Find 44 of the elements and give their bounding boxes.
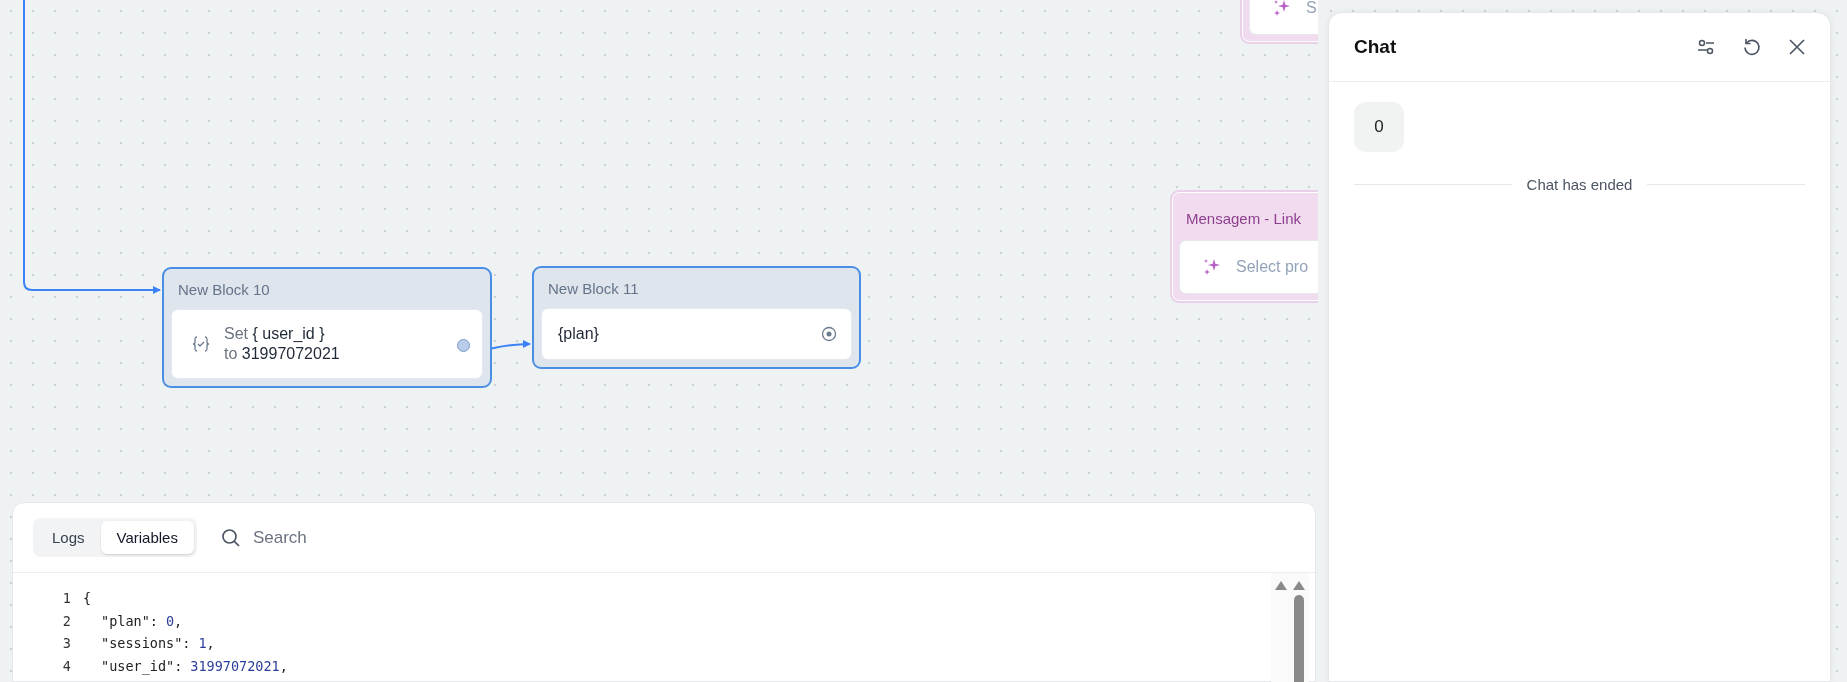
restart-icon[interactable] [1742, 37, 1762, 57]
json-value: 31997072021 [190, 657, 280, 674]
variable-icon [192, 336, 210, 352]
line-number: 3 [61, 635, 72, 652]
flow-block[interactable]: New Block 11 {plan} [532, 266, 861, 369]
json-key: "sessions": [101, 635, 191, 652]
json-value: 1 [198, 635, 207, 652]
prompt-placeholder: Select pro [1236, 258, 1309, 276]
set-variable-card[interactable]: Set { user_id } to 31997072021 [172, 310, 482, 378]
chat-bubble: 0 [1354, 102, 1404, 152]
line-number: 1 [61, 590, 72, 607]
block-title: New Block 11 [547, 279, 640, 299]
tab[interactable]: Logs [36, 521, 101, 554]
settings-icon[interactable] [1696, 37, 1716, 57]
to-label: to [224, 345, 238, 362]
set-label: Set [224, 325, 248, 342]
code-text: { [83, 590, 92, 607]
json-key: "user_id": [101, 657, 183, 674]
block-title: Mensagem - Link [1185, 209, 1303, 229]
json-value: 0 [165, 612, 175, 629]
search-icon [220, 527, 241, 548]
json-key: "plan": [101, 612, 158, 629]
code-punctuation: , [206, 635, 215, 652]
scroll-up-icon [1293, 581, 1305, 590]
scrollbar-thumb[interactable] [1294, 595, 1304, 682]
scroll-up-icon [1275, 581, 1287, 590]
prompt-placeholder: S [1306, 0, 1317, 17]
line-number: 4 [61, 657, 72, 674]
target-icon [821, 326, 837, 342]
variable-name: { user_id } [252, 325, 325, 342]
flow-block[interactable]: New Block 10 Set { user_id } to 31997072021 [162, 267, 492, 388]
code-punctuation: , [174, 612, 183, 629]
code-punctuation: , [279, 657, 288, 674]
chat-status: Chat has ended [1526, 176, 1633, 193]
line-number: 2 [61, 612, 72, 629]
block-title: New Block 10 [177, 280, 271, 300]
variable-value: 31997072021 [241, 345, 340, 362]
text-card[interactable]: {plan} [542, 309, 851, 359]
close-icon[interactable] [1788, 38, 1806, 56]
tab[interactable]: Variables [100, 521, 194, 554]
flow-block[interactable]: Mensagem - Link Select pro [1170, 190, 1318, 303]
connection-handle[interactable] [457, 339, 470, 352]
bubble-text: {plan} [558, 325, 599, 343]
chat-title: Chat [1354, 36, 1397, 58]
